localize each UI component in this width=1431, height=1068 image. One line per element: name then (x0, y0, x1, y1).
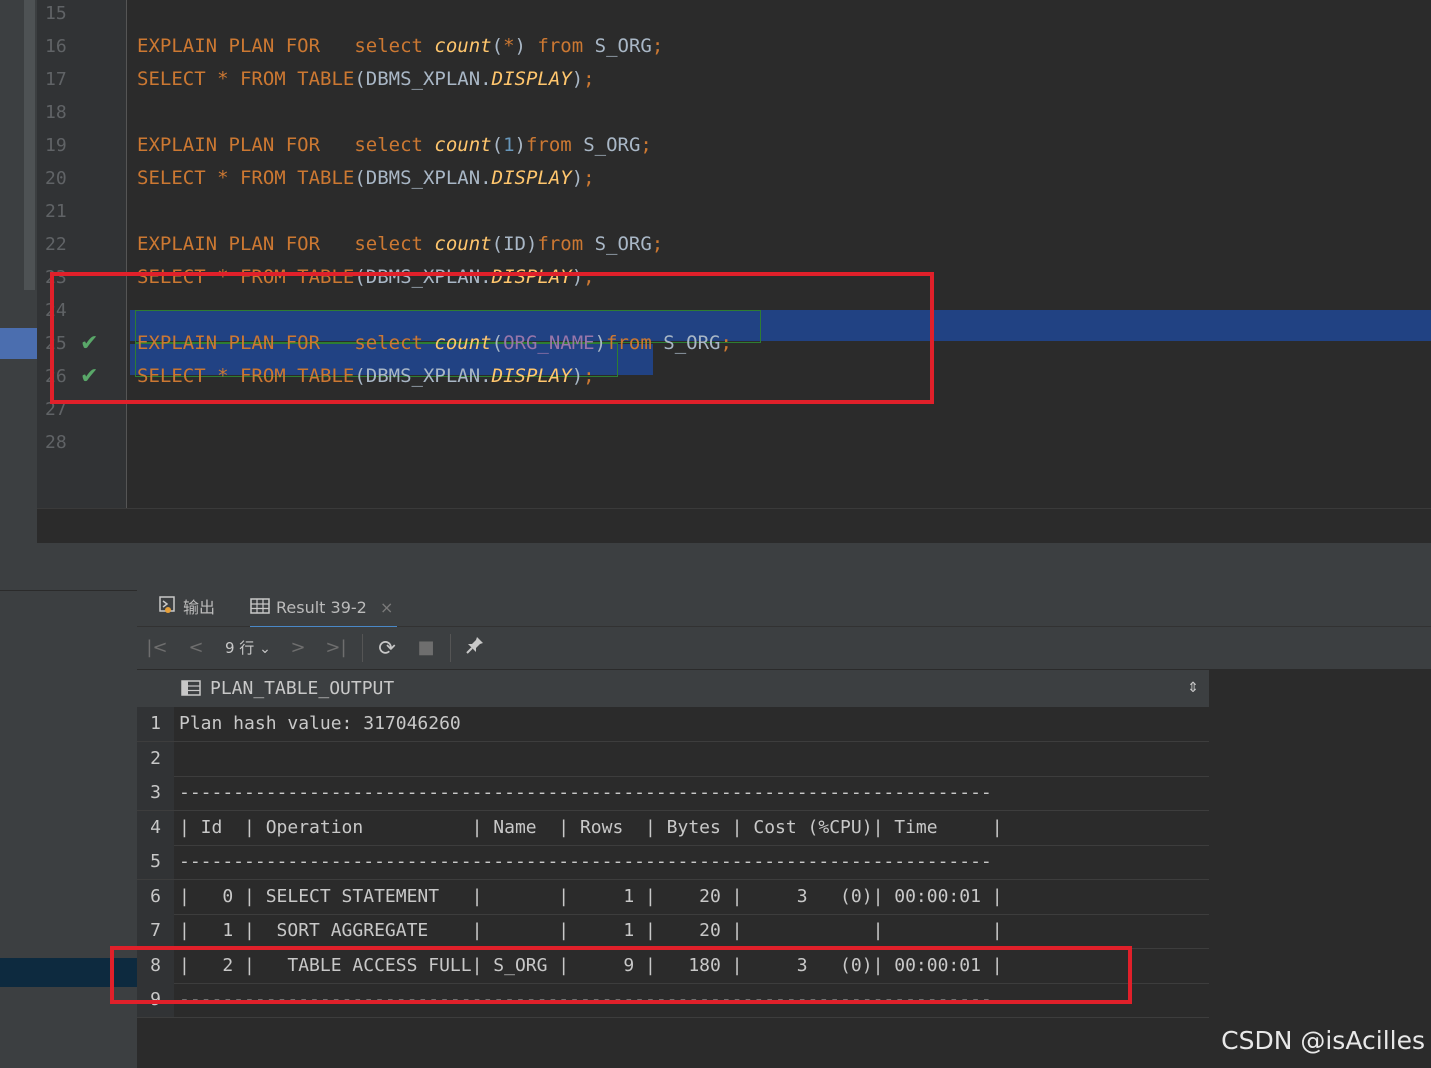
line-number: 15 (45, 3, 67, 24)
column-table-icon (181, 680, 201, 696)
first-page-button[interactable]: |< (145, 635, 169, 661)
gutter-line: 18 (37, 96, 126, 129)
sort-icon[interactable]: ⇕ (1187, 670, 1199, 707)
row-number: 2 (137, 741, 174, 776)
chevron-down-icon: ⌄ (259, 641, 271, 657)
editor-scrollbar-thumb[interactable] (24, 0, 35, 290)
prev-page-button[interactable]: < (184, 635, 208, 661)
line-number: 22 (45, 234, 67, 255)
line-number: 28 (45, 432, 67, 453)
stop-button[interactable]: ■ (414, 635, 438, 661)
table-cell[interactable]: ----------------------------------------… (179, 845, 992, 879)
gutter-line: 17 (37, 63, 126, 96)
grid-header: PLAN_TABLE_OUTPUT ⇕ (137, 670, 1209, 708)
last-page-button[interactable]: >| (324, 635, 348, 661)
pin-button[interactable] (463, 635, 487, 661)
output-tabbar: 输出 Result 39-2 × (137, 590, 1431, 629)
table-row[interactable]: 1 Plan hash value: 317046260 (137, 707, 1209, 742)
tab-result[interactable]: Result 39-2 × (250, 590, 398, 629)
gutter-line: 21 (37, 195, 126, 228)
tab-result-label: Result 39-2 (276, 598, 367, 617)
row-number: 4 (137, 810, 174, 845)
row-number: 3 (137, 776, 174, 810)
pin-icon (466, 637, 483, 654)
gutter-line: 15 (37, 0, 126, 30)
line-number: 19 (45, 135, 67, 156)
annotation-box (50, 272, 934, 404)
table-cell[interactable]: ----------------------------------------… (179, 776, 992, 810)
gutter-line: 16 (37, 30, 126, 63)
editor-status-bar (37, 508, 1431, 544)
table-cell[interactable]: | 1 | SORT AGGREGATE | | 1 | 20 | | | (179, 914, 1003, 948)
editor-left-strip (0, 0, 37, 543)
table-row[interactable]: 2 (137, 741, 1209, 777)
refresh-button[interactable]: ⟳ (375, 635, 399, 661)
code-line[interactable]: EXPLAIN PLAN FOR select count(*) from S_… (137, 30, 663, 63)
selection-marker (0, 328, 37, 359)
gutter-line: 20 (37, 162, 126, 195)
code-line[interactable]: SELECT * FROM TABLE(DBMS_XPLAN.DISPLAY); (137, 162, 595, 195)
sql-editor[interactable]: 15 16 17 18 19 20 21 22 23 24 25 ✔ 26 ✔ 27 28 EXPLAIN P… (37, 0, 1431, 508)
table-row[interactable]: 5 ---------------------------------------… (137, 845, 1209, 880)
code-line[interactable]: EXPLAIN PLAN FOR select count(ID)from S_… (137, 228, 663, 261)
table-row[interactable]: 3 ---------------------------------------… (137, 776, 1209, 811)
table-row[interactable]: 7 | 1 | SORT AGGREGATE | | 1 | 20 | | | (137, 914, 1209, 949)
table-cell[interactable]: | Id | Operation | Name | Rows | Bytes |… (179, 811, 1003, 845)
table-cell[interactable]: | 0 | SELECT STATEMENT | | 1 | 20 | 3 (0… (179, 880, 1003, 914)
tab-output-label: 输出 (183, 598, 216, 617)
gutter-line: 28 (37, 426, 126, 459)
row-number: 1 (137, 707, 174, 741)
watermark: CSDN @isAcilles (1221, 1026, 1425, 1055)
panel-divider[interactable] (0, 543, 1431, 590)
line-number: 16 (45, 36, 67, 57)
line-number: 18 (45, 102, 67, 123)
line-number-gutter: 15 16 17 18 19 20 21 22 23 24 25 ✔ 26 ✔ 27 28 (37, 0, 127, 508)
gutter-line: 22 (37, 228, 126, 261)
next-page-button[interactable]: > (286, 635, 310, 661)
table-row[interactable]: 6 | 0 | SELECT STATEMENT | | 1 | 20 | 3 (… (137, 879, 1209, 915)
row-number: 5 (137, 845, 174, 879)
table-row[interactable]: 4 | Id | Operation | Name | Rows | Bytes … (137, 810, 1209, 846)
row-count-dropdown[interactable]: 9 行 ⌄ (225, 635, 271, 661)
column-header-plan-table-output[interactable]: PLAN_TABLE_OUTPUT (210, 670, 394, 707)
row-count-label: 9 行 (225, 639, 255, 657)
row-number: 7 (137, 914, 174, 948)
line-number: 20 (45, 168, 67, 189)
result-toolbar: |< < 9 行 ⌄ > >| ⟳ ■ (137, 627, 1431, 669)
code-line[interactable]: EXPLAIN PLAN FOR select count(1)from S_O… (137, 129, 652, 162)
row-number: 6 (137, 879, 174, 914)
table-cell[interactable]: Plan hash value: 317046260 (179, 707, 461, 741)
annotation-box (110, 946, 1132, 1004)
line-number: 21 (45, 201, 67, 222)
line-number: 17 (45, 69, 67, 90)
code-line[interactable]: SELECT * FROM TABLE(DBMS_XPLAN.DISPLAY); (137, 63, 595, 96)
gutter-line: 19 (37, 129, 126, 162)
table-icon (250, 591, 270, 627)
console-icon (159, 591, 177, 627)
tab-output[interactable]: 输出 (159, 590, 215, 626)
toolbar-separator (362, 634, 363, 662)
toolbar-separator (450, 634, 451, 662)
close-icon[interactable]: × (380, 598, 393, 617)
